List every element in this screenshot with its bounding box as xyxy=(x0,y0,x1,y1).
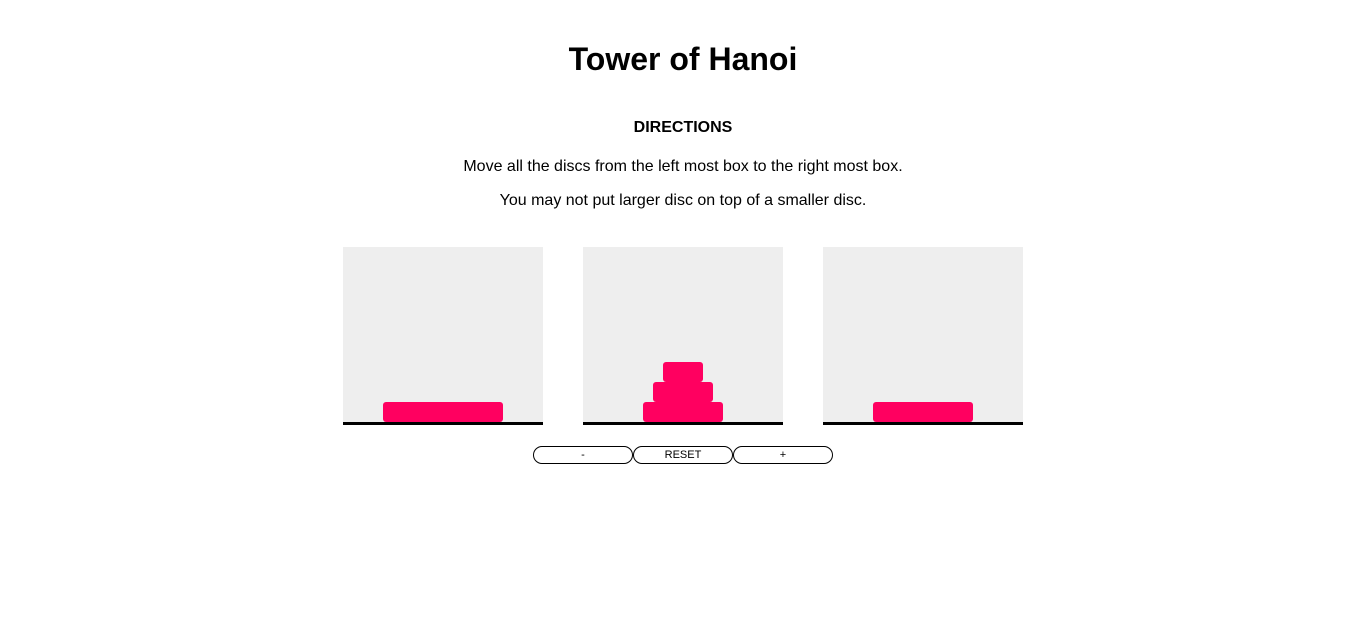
directions-heading: DIRECTIONS xyxy=(633,119,733,136)
disc-size-5[interactable] xyxy=(383,402,503,422)
disc-size-1[interactable] xyxy=(663,362,703,382)
page-title: Tower of Hanoi xyxy=(568,41,798,77)
reset-button[interactable]: RESET xyxy=(633,446,733,464)
disc-size-2[interactable] xyxy=(653,382,713,402)
disc-size-4[interactable] xyxy=(873,402,973,422)
controls-bar: - RESET + xyxy=(533,446,833,464)
tower-right[interactable] xyxy=(823,247,1023,425)
game-page: Tower of Hanoi DIRECTIONS Move all the d… xyxy=(0,0,1366,634)
direction-text-1: Move all the discs from the left most bo… xyxy=(463,158,903,175)
decrease-discs-button[interactable]: - xyxy=(533,446,633,464)
tower-left[interactable] xyxy=(343,247,543,425)
direction-text-2: You may not put larger disc on top of a … xyxy=(499,192,867,209)
tower-middle[interactable] xyxy=(583,247,783,425)
increase-discs-button[interactable]: + xyxy=(733,446,833,464)
disc-size-3[interactable] xyxy=(643,402,723,422)
